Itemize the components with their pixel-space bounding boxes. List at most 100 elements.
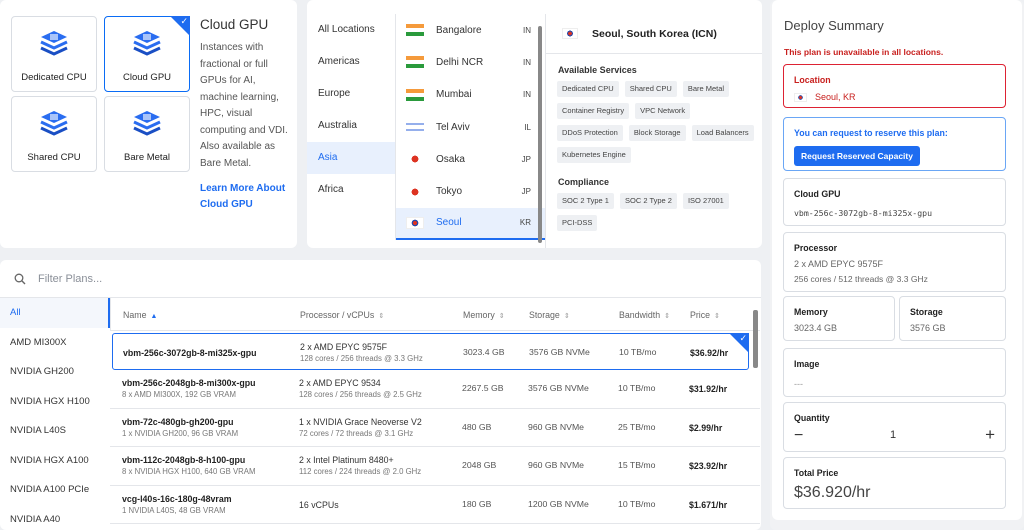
plan-category-list: All AMD MI300X NVIDIA GH200 NVIDIA HGX H100… bbox=[0, 298, 110, 530]
summary-memory-value: 3023.4 GB bbox=[794, 323, 838, 333]
processor-name: 2 x AMD EPYC 9534 bbox=[299, 378, 381, 388]
plan-category-item[interactable]: NVIDIA L40S bbox=[0, 416, 110, 446]
deploy-summary-panel: Deploy Summary This plan is unavailable … bbox=[770, 0, 1024, 530]
processor-detail: 72 cores / 72 threads @ 3.1 GHz bbox=[299, 428, 414, 438]
plans-panel: Filter Plans... All AMD MI300X NVIDIA GH20… bbox=[0, 260, 761, 530]
summary-memory-box: Memory 3023.4 GB bbox=[783, 296, 895, 341]
city-item[interactable]: Delhi NCR IN bbox=[396, 46, 545, 78]
learn-more-link[interactable]: Learn More About Cloud GPU bbox=[200, 181, 292, 213]
city-item[interactable]: Bangalore IN bbox=[396, 14, 545, 46]
storage-cell: 1200 GB NVMe bbox=[528, 498, 589, 509]
filter-plans-input[interactable]: Filter Plans... bbox=[0, 260, 761, 298]
summary-location-label: Location bbox=[794, 75, 831, 85]
price-cell: $1.671/hr bbox=[689, 499, 727, 511]
quantity-increment-button[interactable]: + bbox=[985, 425, 995, 445]
city-name: Tel Aviv bbox=[436, 121, 470, 133]
table-row[interactable]: vbm-256c-3072gb-8-mi325x-gpu 2 x AMD EPYC… bbox=[112, 333, 749, 370]
plan-category-item[interactable]: NVIDIA A100 PCIe bbox=[0, 475, 110, 505]
column-header[interactable]: Storage ⇕ bbox=[529, 310, 570, 320]
bandwidth-cell: 15 TB/mo bbox=[618, 460, 656, 470]
summary-storage-label: Storage bbox=[910, 307, 943, 317]
summary-processor-value: 2 x AMD EPYC 9575F bbox=[794, 259, 884, 269]
column-header[interactable]: Name ▲ bbox=[123, 310, 157, 320]
plan-category-item[interactable]: NVIDIA HGX A100 bbox=[0, 446, 110, 476]
plan-category-item[interactable]: All bbox=[0, 298, 110, 328]
plan-category-item[interactable]: NVIDIA A40 bbox=[0, 505, 110, 530]
storage-cell: 3576 GB NVMe bbox=[529, 347, 590, 357]
location-detail: Seoul, South Korea (ICN) Available Servi… bbox=[545, 14, 762, 248]
city-country-code: IL bbox=[524, 122, 531, 132]
table-row[interactable]: vbm-256c-2048gb-8-mi300x-gpu 8 x AMD MI30… bbox=[110, 370, 760, 409]
memory-cell: 3023.4 GB bbox=[463, 347, 505, 357]
plan-gpu-info: 8 x NVIDIA HGX H100, 640 GB VRAM bbox=[122, 467, 256, 476]
service-chip: Container Registry bbox=[557, 103, 630, 119]
plan-category-item[interactable]: NVIDIA HGX H100 bbox=[0, 387, 110, 417]
plan-category-item[interactable]: NVIDIA GH200 bbox=[0, 357, 110, 387]
table-row[interactable]: vcg-l40s-16c-180g-48vram 1 NVIDIA L40S, 4… bbox=[110, 486, 760, 524]
shared-cpu-icon bbox=[38, 109, 70, 142]
city-country-code: JP bbox=[521, 154, 531, 164]
city-item[interactable]: Tel Aviv IL bbox=[396, 111, 545, 143]
price-value: $2.99/hr bbox=[689, 422, 723, 433]
summary-quantity-label: Quantity bbox=[794, 413, 830, 423]
plan-category-item[interactable]: AMD MI300X bbox=[0, 328, 110, 358]
table-row[interactable]: vbm-112c-2048gb-8-h100-gpu 8 x NVIDIA HGX… bbox=[110, 447, 760, 486]
selected-check-icon: ✓ bbox=[729, 333, 749, 353]
summary-image-label: Image bbox=[794, 359, 820, 369]
processor-cell: 2 x Intel Platinum 8480+ 112 cores / 224 … bbox=[299, 454, 421, 477]
bandwidth-cell: 10 TB/mo bbox=[618, 498, 656, 509]
service-chip: Dedicated CPU bbox=[557, 81, 619, 97]
location-detail-header: Seoul, South Korea (ICN) bbox=[546, 14, 762, 54]
city-item[interactable]: Mumbai IN bbox=[396, 79, 545, 111]
column-header[interactable]: Price ⇕ bbox=[690, 310, 720, 320]
memory-cell: 180 GB bbox=[462, 498, 492, 509]
request-reserved-capacity-button[interactable]: Request Reserved Capacity bbox=[794, 146, 920, 166]
server-type-tile[interactable]: Shared CPU bbox=[11, 96, 97, 172]
region-item[interactable]: Europe bbox=[307, 78, 395, 110]
plan-gpu-info: 8 x AMD MI300X, 192 GB VRAM bbox=[122, 390, 236, 399]
server-type-tile[interactable]: Bare Metal bbox=[104, 96, 190, 172]
plans-scrollbar[interactable] bbox=[753, 310, 758, 368]
summary-total-box: Total Price $36.920/hr bbox=[783, 457, 1006, 509]
region-item[interactable]: Asia bbox=[307, 142, 395, 174]
server-type-label: Cloud GPU bbox=[122, 72, 172, 83]
service-chip: Kubernetes Engine bbox=[557, 147, 631, 163]
server-type-label: Shared CPU bbox=[27, 152, 81, 163]
column-header[interactable]: Processor / vCPUs ⇕ bbox=[300, 310, 384, 320]
service-chip: Shared CPU bbox=[624, 81, 677, 97]
column-header[interactable]: Bandwidth ⇕ bbox=[619, 310, 670, 320]
processor-cell: 2 x AMD EPYC 9534 128 cores / 256 threads… bbox=[299, 377, 422, 400]
plan-name-cell: vbm-72c-480gb-gh200-gpu 1 x NVIDIA GH200,… bbox=[122, 416, 238, 439]
server-type-tile[interactable]: Dedicated CPU bbox=[11, 16, 97, 92]
quantity-decrement-button[interactable]: − bbox=[794, 427, 803, 445]
summary-location-value-row: Seoul, KR bbox=[794, 92, 856, 102]
region-item[interactable]: Australia bbox=[307, 110, 395, 142]
city-item[interactable]: Seoul KR bbox=[396, 207, 545, 241]
city-item[interactable]: Tokyo JP bbox=[396, 175, 545, 207]
city-country-code: IN bbox=[523, 57, 531, 67]
city-list-scrollbar[interactable] bbox=[538, 26, 542, 243]
service-chip: Load Balancers bbox=[691, 125, 754, 141]
sort-icon: ⇕ bbox=[664, 313, 670, 320]
region-item[interactable]: Americas bbox=[307, 46, 395, 78]
storage-cell: 960 GB NVMe bbox=[528, 421, 585, 432]
plan-name: vbm-256c-3072gb-8-mi325x-gpu bbox=[123, 348, 257, 358]
summary-location-value: Seoul, KR bbox=[815, 92, 856, 102]
korea-flag-icon bbox=[562, 28, 578, 39]
sort-ascending-icon: ▲ bbox=[150, 313, 158, 320]
region-item[interactable]: All Locations bbox=[307, 14, 395, 46]
city-item[interactable]: Osaka JP bbox=[396, 143, 545, 175]
column-header-label: Memory bbox=[463, 310, 495, 320]
server-type-panel: Dedicated CPU Cloud GPU ✓ Shared CPU Bare Me… bbox=[0, 0, 297, 248]
service-chip: DDoS Protection bbox=[557, 125, 623, 141]
plan-name-cell: vbm-112c-2048gb-8-h100-gpu 8 x NVIDIA HGX… bbox=[122, 454, 255, 477]
region-item[interactable]: Africa bbox=[307, 174, 395, 206]
storage-cell: 3576 GB NVMe bbox=[528, 383, 589, 393]
server-type-tile[interactable]: Cloud GPU ✓ bbox=[104, 16, 190, 92]
city-list: Bangalore IN Delhi NCR IN Mumbai IN Tel Aviv IL… bbox=[395, 14, 545, 241]
price-cell: $31.92/hr bbox=[689, 383, 727, 395]
summary-image-box: Image --- bbox=[783, 348, 1006, 397]
memory-cell: 2048 GB bbox=[462, 460, 497, 470]
table-row[interactable]: vbm-72c-480gb-gh200-gpu 1 x NVIDIA GH200,… bbox=[110, 409, 760, 447]
column-header[interactable]: Memory ⇕ bbox=[463, 310, 505, 320]
